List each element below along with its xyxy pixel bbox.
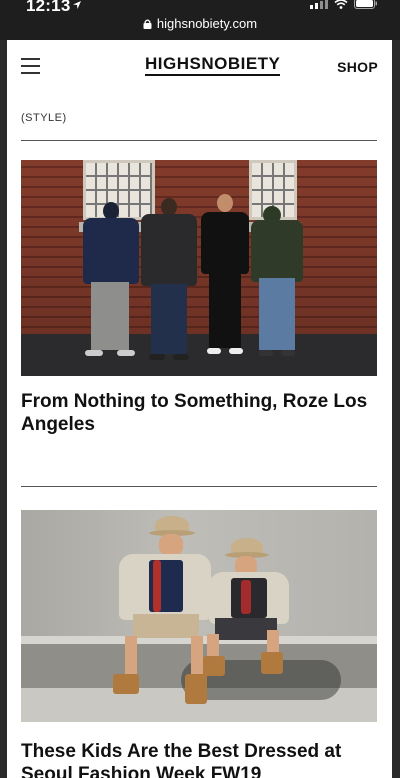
article-title[interactable]: These Kids Are the Best Dressed at Seoul… [21, 740, 381, 778]
address-bar[interactable]: highsnobiety.com [0, 16, 400, 31]
location-arrow-icon [73, 1, 81, 9]
divider [21, 486, 377, 487]
battery-icon [354, 0, 377, 9]
status-bar: 12:13 highsnobiety.com [0, 0, 400, 40]
wifi-icon [334, 0, 348, 9]
status-indicators [310, 0, 378, 9]
hamburger-menu-icon[interactable] [21, 58, 40, 74]
status-time: 12:13 [26, 0, 71, 15]
article-image[interactable] [21, 510, 377, 722]
url-text: highsnobiety.com [156, 16, 258, 31]
shop-link[interactable]: SHOP [337, 59, 378, 75]
lock-icon [143, 19, 152, 29]
site-header: HIGHSNOBIETY SHOP [7, 40, 392, 94]
section-label[interactable]: (STYLE) [21, 112, 67, 124]
site-logo[interactable]: HIGHSNOBIETY [145, 55, 281, 76]
signal-icon [310, 0, 328, 9]
web-page: HIGHSNOBIETY SHOP (STYLE) From Nothing t… [7, 40, 392, 778]
article-image[interactable] [21, 160, 377, 376]
divider [21, 140, 377, 141]
article-title[interactable]: From Nothing to Something, Roze Los Ange… [21, 390, 381, 436]
